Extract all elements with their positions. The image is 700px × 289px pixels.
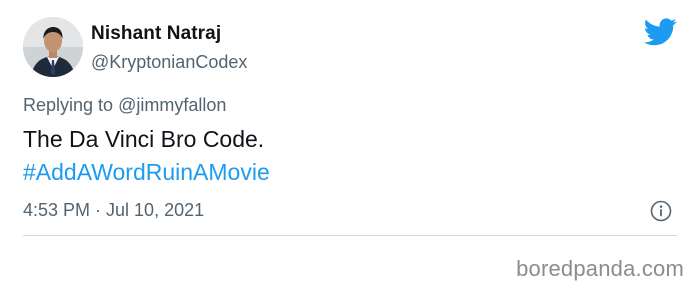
twitter-bird-icon[interactable] xyxy=(644,17,677,47)
tweet-text: The Da Vinci Bro Code. xyxy=(23,126,265,152)
avatar[interactable] xyxy=(23,17,83,77)
replying-to-prefix: Replying to xyxy=(23,95,119,115)
author-name[interactable]: Nishant Natraj xyxy=(91,23,221,45)
replying-to: Replying to @jimmyfallon xyxy=(23,95,226,116)
reply-mention-link[interactable]: @jimmyfallon xyxy=(118,95,226,115)
tweet-timestamp[interactable]: 4:53 PM · Jul 10, 2021 xyxy=(23,200,204,221)
divider xyxy=(23,235,677,236)
hashtag-link[interactable]: #AddAWordRuinAMovie xyxy=(23,156,270,189)
tweet-card: Nishant Natraj @KryptonianCodex Replying… xyxy=(0,0,700,252)
author-handle[interactable]: @KryptonianCodex xyxy=(91,52,247,73)
watermark: boredpanda.com xyxy=(516,256,684,281)
avatar-photo xyxy=(23,17,83,77)
info-icon[interactable] xyxy=(649,199,673,223)
